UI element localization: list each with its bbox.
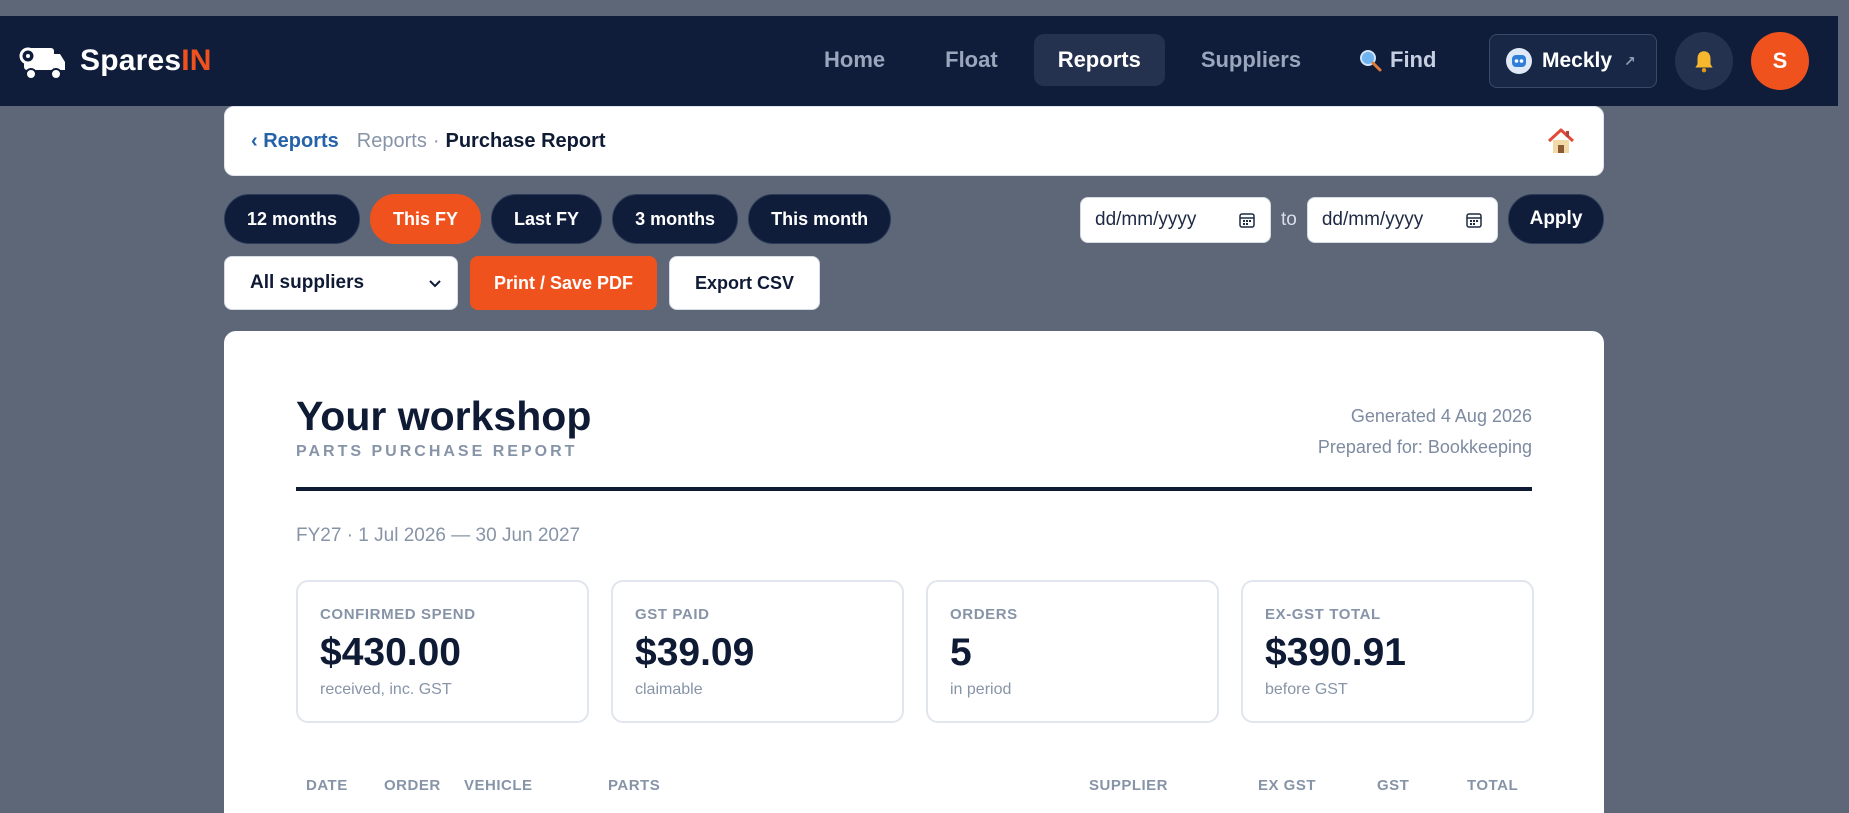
stat-gst-paid: GST PAID $39.09 claimable — [611, 580, 904, 723]
stat-label: EX-GST TOTAL — [1265, 606, 1381, 623]
date-from-placeholder: dd/mm/yyyy — [1095, 209, 1197, 230]
van-gear-icon — [19, 47, 65, 80]
date-to-input[interactable]: dd/mm/yyyy — [1306, 197, 1498, 243]
stat-note: received, inc. GST — [320, 681, 452, 698]
report-meta: Generated 4 Aug 2026 Prepared for: Bookk… — [1318, 401, 1532, 463]
external-arrow-icon: ↗ — [1624, 52, 1636, 69]
col-parts[interactable]: PARTS — [608, 777, 660, 794]
stat-value: $390.91 — [1265, 631, 1406, 674]
col-gst[interactable]: GST — [1377, 777, 1409, 794]
report-card: Your workshop PARTS PURCHASE REPORT Gene… — [224, 331, 1604, 813]
brand[interactable]: SparesIN — [16, 38, 212, 84]
filter-last-fy[interactable]: Last FY — [491, 194, 603, 244]
stat-label: GST PAID — [635, 606, 710, 623]
col-date[interactable]: DATE — [306, 777, 348, 794]
stat-note: before GST — [1265, 681, 1348, 698]
stat-value: $430.00 — [320, 631, 461, 674]
stat-label: CONFIRMED SPEND — [320, 606, 476, 623]
find-label: Find — [1390, 47, 1437, 72]
report-title: Your workshop — [296, 393, 592, 439]
prepared-for: Prepared for: Bookkeeping — [1317, 437, 1532, 457]
chevron-down-icon — [429, 280, 441, 288]
breadcrumb-separator: · — [432, 129, 440, 152]
breadcrumb-current: Purchase Report — [445, 129, 606, 152]
supplier-select-value: All suppliers — [250, 272, 365, 293]
back-to-reports-link[interactable]: ‹ Reports — [251, 130, 339, 153]
stat-ex-gst-total: EX-GST TOTAL $390.91 before GST — [1241, 580, 1534, 723]
date-from-input[interactable]: dd/mm/yyyy — [1080, 197, 1271, 243]
robot-avatar-icon — [1506, 48, 1532, 74]
apply-button[interactable]: Apply — [1508, 194, 1604, 244]
magnifier-icon — [1360, 50, 1382, 72]
report-subtitle: PARTS PURCHASE REPORT — [296, 443, 578, 460]
stat-note: claimable — [635, 681, 703, 698]
print-save-pdf-button[interactable]: Print / Save PDF — [470, 256, 657, 310]
report-divider — [296, 487, 1532, 491]
bell-icon — [1695, 51, 1713, 73]
date-to-label: to — [1281, 209, 1297, 230]
date-to-placeholder: dd/mm/yyyy — [1321, 209, 1424, 230]
filter-this-fy[interactable]: This FY — [370, 194, 482, 244]
nav-reports[interactable]: Reports — [1033, 34, 1165, 86]
generated-date: Generated 4 Aug 2026 — [1350, 406, 1532, 426]
col-vehicle[interactable]: VEHICLE — [464, 777, 533, 794]
filter-this-month[interactable]: This month — [748, 194, 892, 244]
breadcrumb-parent[interactable]: Reports — [357, 130, 427, 153]
col-total[interactable]: TOTAL — [1467, 777, 1518, 794]
stat-value: 5 — [950, 631, 972, 674]
period-filter-group: 12 months This FY Last FY 3 months This … — [224, 194, 892, 244]
date-range: dd/mm/yyyy to dd/mm/yyyy — [1080, 197, 1498, 243]
calendar-icon[interactable] — [1465, 211, 1483, 229]
stat-orders: ORDERS 5 in period — [926, 580, 1219, 723]
filter-3-months[interactable]: 3 months — [612, 194, 739, 244]
supplier-select[interactable]: All suppliers — [224, 256, 458, 310]
stat-label: ORDERS — [950, 606, 1018, 623]
stat-confirmed-spend: CONFIRMED SPEND $430.00 received, inc. G… — [296, 580, 589, 723]
top-navbar: SparesIN Home Float Reports Suppliers Fi… — [0, 16, 1838, 106]
stat-value: $39.09 — [635, 631, 755, 674]
summary-stats: CONFIRMED SPEND $430.00 received, inc. G… — [296, 580, 1534, 723]
main-nav: Home Float Reports Suppliers — [800, 34, 1325, 86]
breadcrumb: ‹ Reports Reports · Purchase Report — [224, 106, 1604, 176]
col-ex-gst[interactable]: EX GST — [1258, 777, 1316, 794]
page: SparesIN Home Float Reports Suppliers Fi… — [0, 0, 1849, 813]
col-supplier[interactable]: SUPPLIER — [1089, 777, 1168, 794]
find-button[interactable]: Find — [1350, 34, 1444, 86]
calendar-icon[interactable] — [1238, 211, 1256, 229]
user-name: Meckly — [1542, 49, 1613, 72]
house-icon[interactable] — [1545, 125, 1577, 157]
nav-suppliers[interactable]: Suppliers — [1177, 34, 1325, 86]
notifications-button[interactable] — [1675, 32, 1733, 90]
export-csv-button[interactable]: Export CSV — [669, 256, 820, 310]
purchase-table-header: DATE ORDER VEHICLE PARTS SUPPLIER EX GST… — [296, 777, 1532, 801]
top-strip — [0, 0, 1849, 16]
user-menu-button[interactable]: Meckly ↗ — [1489, 34, 1657, 88]
profile-avatar[interactable]: S — [1751, 32, 1809, 90]
nav-home[interactable]: Home — [800, 34, 909, 86]
stat-note: in period — [950, 681, 1012, 698]
nav-float[interactable]: Float — [921, 34, 1022, 86]
col-order[interactable]: ORDER — [384, 777, 441, 794]
report-period: FY27 · 1 Jul 2026 — 30 Jun 2027 — [296, 525, 581, 546]
filter-12-months[interactable]: 12 months — [224, 194, 361, 244]
brand-name: SparesIN — [80, 44, 212, 77]
